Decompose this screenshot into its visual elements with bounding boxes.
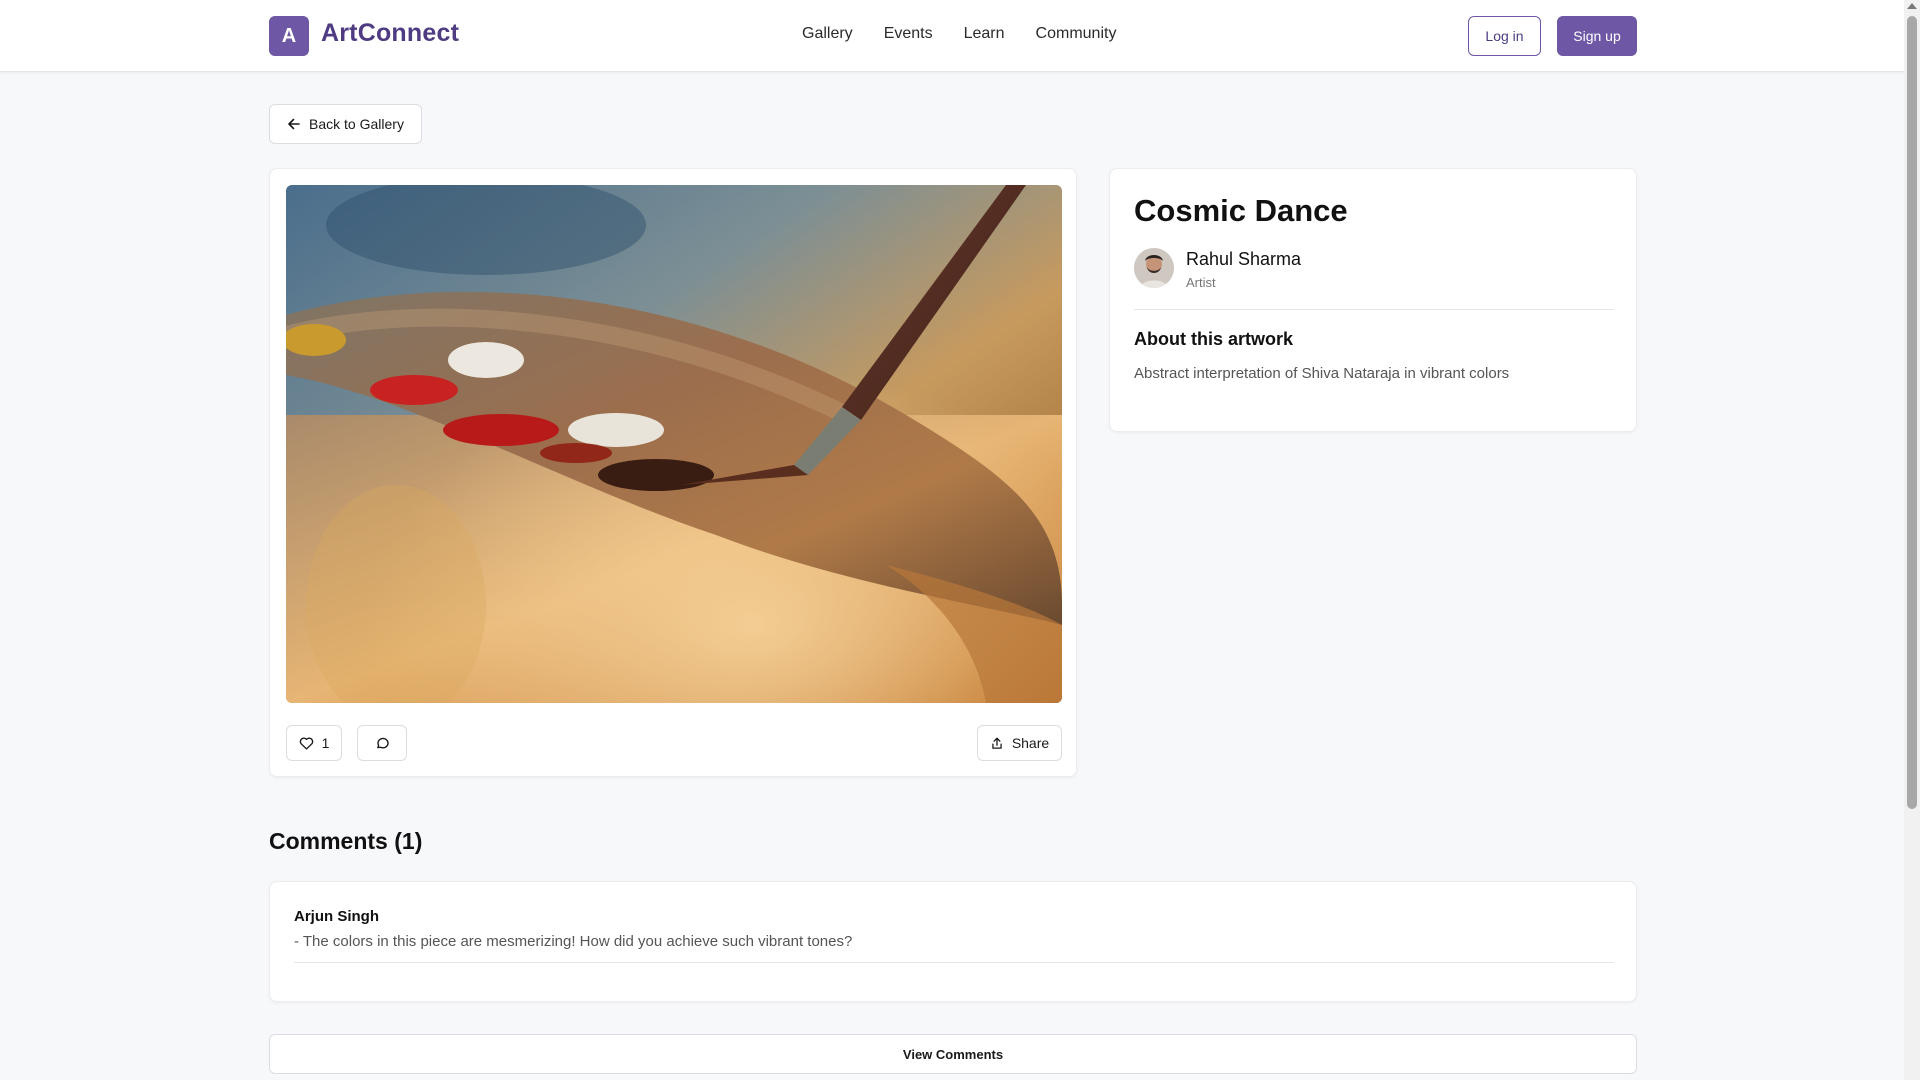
top-navbar: A ArtConnect Gallery Events Learn Commun… bbox=[0, 0, 1904, 72]
main-nav: Gallery Events Learn Community bbox=[802, 25, 1116, 43]
back-to-gallery-button[interactable]: Back to Gallery bbox=[269, 104, 422, 144]
comment-text: - The colors in this piece are mesmerizi… bbox=[294, 933, 853, 950]
signup-button[interactable]: Sign up bbox=[1557, 16, 1637, 56]
nav-item-community[interactable]: Community bbox=[1036, 25, 1117, 43]
share-icon bbox=[992, 737, 1002, 749]
artist-avatar[interactable] bbox=[1134, 248, 1174, 288]
palette-painting-image bbox=[286, 185, 1062, 703]
divider bbox=[1134, 309, 1614, 310]
logo-letter: A bbox=[281, 24, 297, 47]
artist-name[interactable]: Rahul Sharma bbox=[1186, 249, 1301, 270]
nav-item-gallery[interactable]: Gallery bbox=[802, 25, 853, 43]
artwork-description: Abstract interpretation of Shiva Nataraj… bbox=[1134, 365, 1510, 382]
artwork-card: 1 Share bbox=[269, 168, 1077, 777]
divider bbox=[294, 962, 1614, 963]
scroll-up-icon[interactable] bbox=[1907, 3, 1917, 9]
scrollbar-thumb[interactable] bbox=[1907, 16, 1917, 809]
about-heading: About this artwork bbox=[1134, 329, 1294, 349]
back-button-label: Back to Gallery bbox=[309, 116, 404, 132]
artist-role: Artist bbox=[1186, 275, 1216, 290]
like-count: 1 bbox=[321, 735, 330, 751]
nav-item-events[interactable]: Events bbox=[884, 25, 933, 43]
comment-list: Arjun Singh - The colors in this piece a… bbox=[269, 881, 1637, 1002]
comment-icon bbox=[376, 737, 389, 748]
artwork-image[interactable] bbox=[286, 185, 1062, 703]
login-button[interactable]: Log in bbox=[1468, 16, 1541, 56]
brand-name[interactable]: ArtConnect bbox=[321, 19, 459, 48]
artwork-title: Cosmic Dance bbox=[1134, 193, 1348, 228]
nav-item-learn[interactable]: Learn bbox=[964, 25, 1005, 43]
view-comments-button[interactable]: View Comments bbox=[269, 1034, 1637, 1074]
share-button[interactable]: Share bbox=[977, 725, 1062, 761]
like-button[interactable]: 1 bbox=[286, 725, 342, 761]
arrow-left-icon bbox=[288, 118, 300, 130]
logo-icon[interactable]: A bbox=[269, 16, 309, 56]
heart-icon bbox=[299, 737, 313, 750]
artist-avatar-image bbox=[1134, 248, 1174, 288]
comment-author: Arjun Singh bbox=[294, 908, 379, 925]
artwork-info-card: Cosmic Dance Rahul Sharma Artist About t… bbox=[1109, 168, 1637, 432]
comment-button[interactable] bbox=[357, 725, 407, 761]
comments-heading: Comments (1) bbox=[269, 828, 423, 854]
share-label: Share bbox=[1011, 735, 1050, 751]
